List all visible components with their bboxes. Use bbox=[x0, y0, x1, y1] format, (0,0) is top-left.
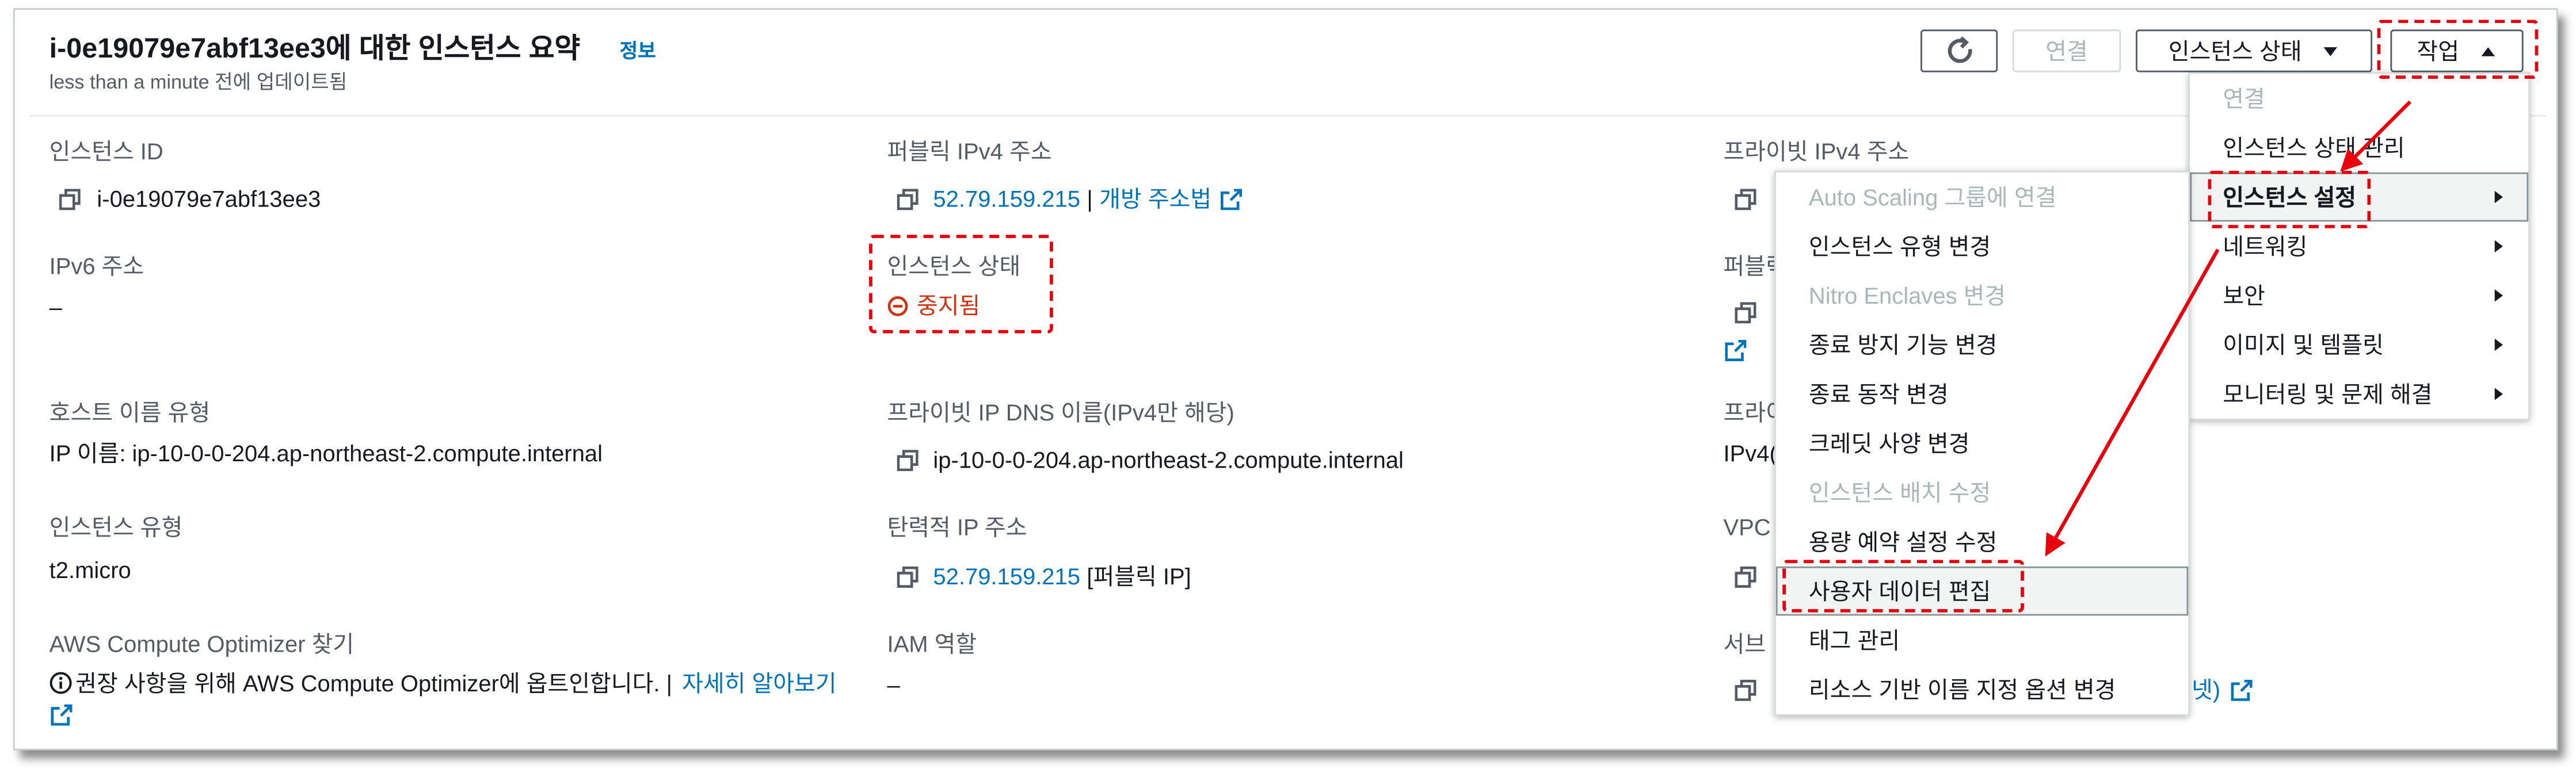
annotation-arrow-to-edit-user-data bbox=[2045, 248, 2220, 557]
annotation-arrow-to-instance-settings bbox=[2340, 100, 2411, 172]
instance-summary-screenshot: i-0e19079e7abf13ee3에 대한 인스턴스 요약 정보 less … bbox=[0, 0, 2576, 772]
annotation-arrows bbox=[2045, 100, 2411, 557]
